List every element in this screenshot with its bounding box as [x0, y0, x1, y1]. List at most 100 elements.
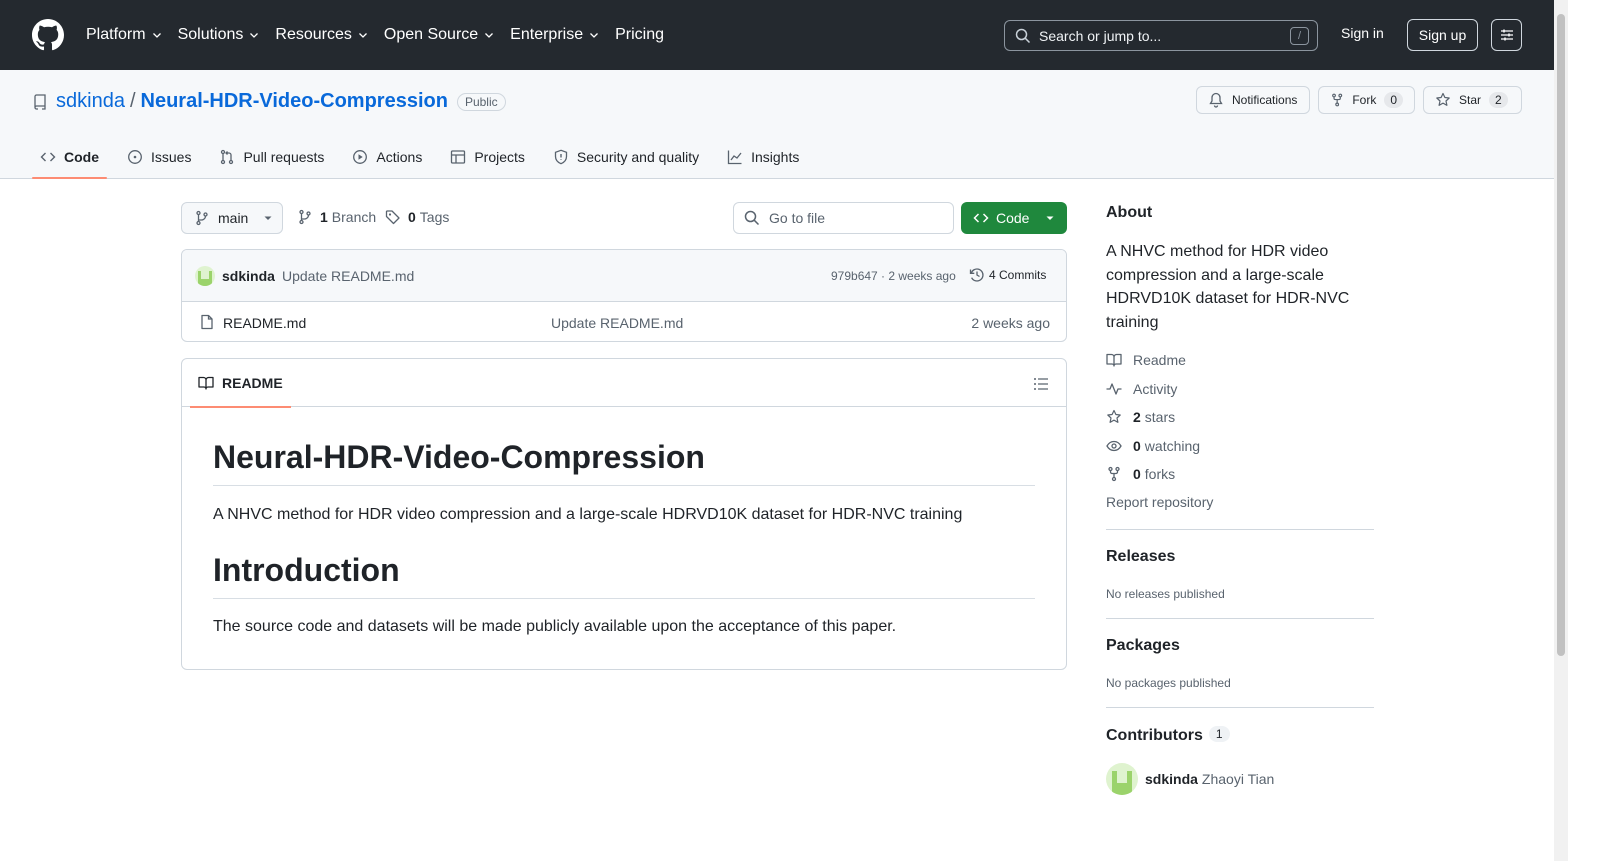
github-logo-icon[interactable] — [32, 19, 64, 51]
pulse-icon — [1106, 383, 1122, 395]
global-header: Platform Solutions Resources Open Source… — [0, 0, 1554, 70]
activity-link[interactable]: Activity — [1106, 381, 1177, 397]
branch-icon — [196, 210, 208, 226]
tab-actions[interactable]: Actions — [344, 136, 430, 178]
page-scrollbar[interactable] — [1554, 0, 1568, 861]
readme-section-text: The source code and datasets will be mad… — [213, 618, 897, 635]
report-label: Report repository — [1106, 494, 1214, 510]
file-icon — [201, 314, 213, 330]
fork-icon — [1108, 466, 1120, 482]
tab-code[interactable]: Code — [32, 136, 107, 179]
branch-label: Branch — [331, 209, 377, 225]
search-icon — [1015, 28, 1031, 43]
star-button[interactable]: Star 2 — [1423, 86, 1522, 114]
divider — [1106, 707, 1374, 708]
branches-link[interactable]: 1 Branch — [297, 209, 376, 225]
star-label: Star — [1459, 93, 1482, 107]
tab-pull-requests[interactable]: Pull requests — [211, 136, 332, 178]
file-row[interactable]: README.md Update README.md 2 weeks ago — [182, 302, 1066, 341]
watching-link[interactable]: 0 watching — [1106, 438, 1200, 454]
search-input[interactable]: Search or jump to... / — [1004, 20, 1318, 51]
releases-heading[interactable]: Releases — [1106, 548, 1175, 566]
chevron-down-icon — [485, 33, 494, 38]
releases-text: No releases published — [1106, 587, 1225, 601]
nav-label: Enterprise — [510, 26, 584, 43]
commit-sha-time[interactable]: 979b647 · 2 weeks ago — [831, 269, 956, 283]
visibility-badge: Public — [456, 92, 506, 111]
pull-request-icon — [221, 149, 234, 165]
sign-in-link[interactable]: Sign in — [1341, 25, 1384, 41]
activity-link-label: Activity — [1133, 381, 1178, 397]
code-icon — [973, 213, 989, 223]
contributors-count: 1 — [1208, 726, 1230, 742]
code-button-label: Code — [996, 210, 1030, 226]
star-icon — [1107, 409, 1121, 423]
branch-name: main — [218, 210, 249, 226]
tab-security[interactable]: Security and quality — [545, 136, 707, 178]
about-heading: About — [1106, 204, 1153, 221]
history-icon — [969, 268, 984, 282]
tab-label: Pull requests — [243, 149, 325, 165]
file-commit-message-link[interactable]: Update README.md — [551, 315, 683, 331]
nav-enterprise[interactable]: Enterprise — [510, 26, 600, 44]
fork-button[interactable]: Fork 0 — [1318, 86, 1415, 114]
readme-link[interactable]: Readme — [1106, 352, 1186, 368]
star-count: 2 — [1489, 92, 1508, 108]
nav-solutions[interactable]: Solutions — [178, 26, 261, 44]
report-repository-link[interactable]: Report repository — [1106, 494, 1213, 510]
sign-up-button[interactable]: Sign up — [1407, 19, 1478, 51]
go-to-file-input[interactable]: Go to file — [733, 202, 954, 234]
tab-label: Projects — [474, 149, 525, 165]
list-icon[interactable] — [1033, 376, 1049, 392]
branch-select-button[interactable]: main — [181, 202, 283, 234]
fork-count: 0 — [1384, 92, 1403, 108]
packages-heading[interactable]: Packages — [1106, 637, 1180, 655]
forks-label: forks — [1144, 466, 1176, 482]
tab-insights[interactable]: Insights — [719, 136, 807, 178]
chevron-down-icon — [250, 33, 259, 38]
nav-pricing[interactable]: Pricing — [615, 26, 664, 44]
search-shortcut-key: / — [1290, 27, 1309, 45]
watching-label: watching — [1144, 438, 1201, 454]
tags-link[interactable]: 0 Tags — [385, 209, 449, 225]
code-button[interactable]: Code — [961, 202, 1067, 234]
avatar[interactable] — [1106, 763, 1138, 795]
stars-link[interactable]: 2 stars — [1106, 409, 1175, 425]
nav-open-source[interactable]: Open Source — [384, 26, 495, 44]
go-to-file-placeholder: Go to file — [769, 210, 826, 226]
contributors-heading[interactable]: Contributors 1 — [1106, 726, 1230, 745]
search-icon — [744, 210, 760, 226]
forks-link[interactable]: 0 forks — [1106, 466, 1175, 482]
latest-commit: sdkinda Update README.md 979b647 · 2 wee… — [182, 250, 1066, 302]
readme-description: A NHVC method for HDR video compression … — [213, 506, 963, 523]
commit-message-link[interactable]: Update README.md — [282, 268, 414, 284]
divider — [1106, 618, 1374, 619]
commits-link[interactable]: 4 Commits — [969, 267, 1046, 283]
shield-icon — [554, 149, 568, 165]
tag-label: Tags — [419, 209, 450, 225]
file-name-link[interactable]: README.md — [223, 315, 306, 331]
repo-owner-link[interactable]: sdkinda — [56, 90, 125, 113]
settings-menu-button[interactable] — [1491, 19, 1522, 51]
bell-icon — [1209, 92, 1223, 108]
readme-tab[interactable]: README — [190, 359, 291, 408]
file-commit-date: 2 weeks ago — [971, 315, 1050, 331]
avatar[interactable] — [195, 266, 215, 286]
caret-down-icon — [1046, 216, 1054, 220]
notifications-button[interactable]: Notifications — [1196, 86, 1310, 114]
nav-platform[interactable]: Platform — [86, 26, 163, 44]
tab-issues[interactable]: Issues — [119, 136, 199, 178]
nav-resources[interactable]: Resources — [275, 26, 368, 44]
watching-count: 0 — [1133, 438, 1141, 454]
code-icon — [40, 152, 56, 162]
contributor-item[interactable]: sdkinda Zhaoyi Tian — [1145, 771, 1274, 787]
branch-count: 1 — [320, 209, 328, 225]
repo-name-link[interactable]: Neural-HDR-Video-Compression — [141, 90, 448, 113]
tab-projects[interactable]: Projects — [442, 136, 533, 178]
repo-header: sdkinda / Neural-HDR-Video-Compression P… — [0, 70, 1554, 179]
commit-author-link[interactable]: sdkinda — [222, 268, 275, 284]
issue-icon — [128, 150, 142, 164]
nav-label: Solutions — [177, 26, 244, 43]
tab-label: Actions — [376, 149, 423, 165]
scrollbar-thumb[interactable] — [1557, 14, 1565, 656]
